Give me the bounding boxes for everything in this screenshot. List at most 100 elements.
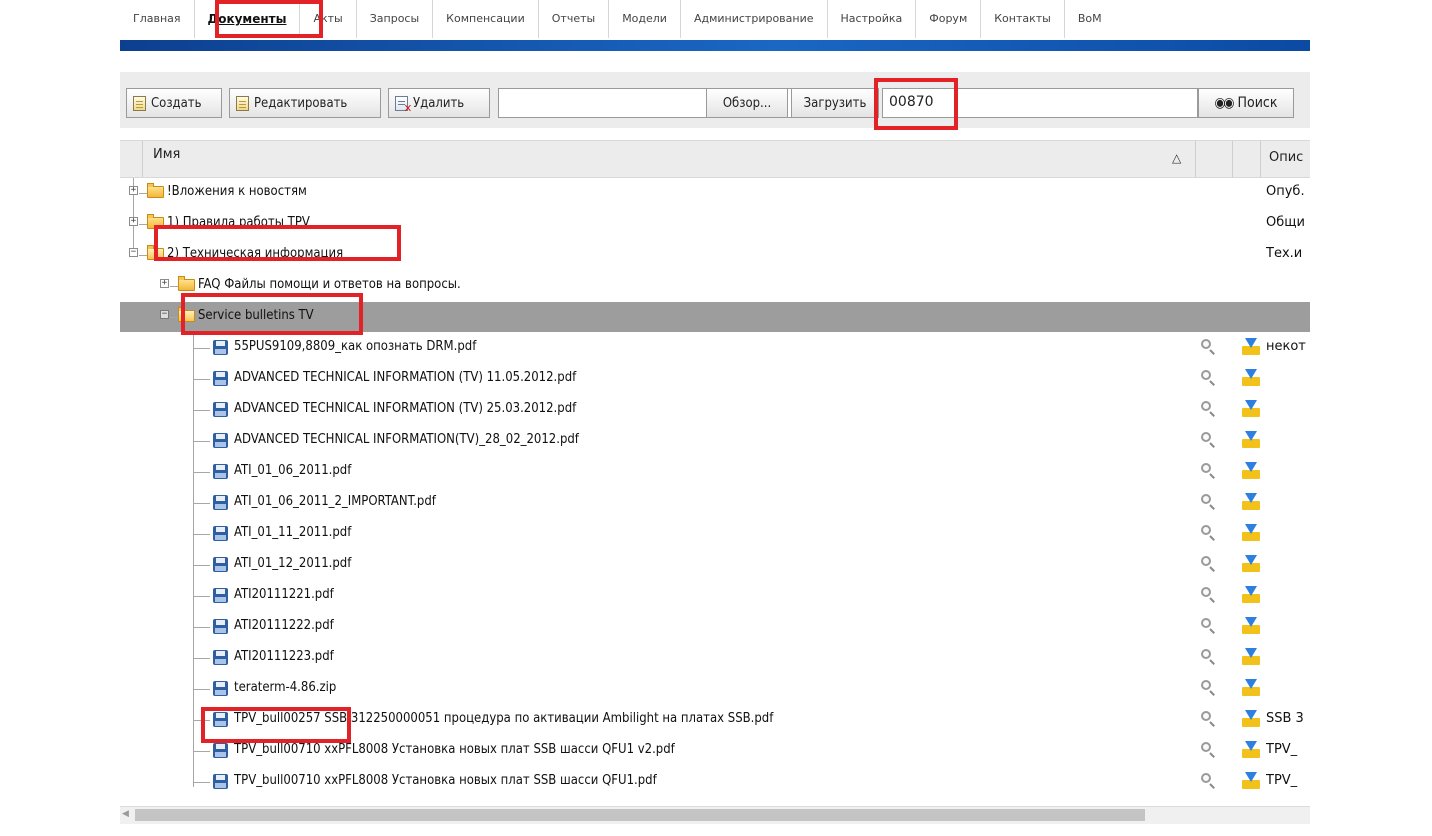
collapse-icon[interactable]: − (160, 310, 169, 319)
expand-icon[interactable]: + (129, 217, 138, 226)
download-icon[interactable] (1242, 400, 1260, 418)
tree-folder-row[interactable]: − 2) Техническая информация Тех.и (120, 240, 1310, 270)
preview-magnifier-icon[interactable] (1201, 525, 1215, 539)
file-label[interactable]: ATI_01_12_2011.pdf (234, 556, 351, 571)
download-icon[interactable] (1242, 772, 1260, 790)
file-label[interactable]: ATI_01_06_2011_2_IMPORTANT.pdf (234, 494, 436, 509)
download-icon[interactable] (1242, 555, 1260, 573)
download-icon[interactable] (1242, 710, 1260, 728)
nav-tab[interactable]: Главная (120, 0, 195, 38)
tree-file-row[interactable]: teraterm-4.86.zip (120, 674, 1310, 704)
preview-magnifier-icon[interactable] (1201, 432, 1215, 446)
edit-button[interactable]: Редактировать (229, 88, 381, 118)
tree-folder-row[interactable]: − Service bulletins TV (120, 302, 1310, 332)
file-label[interactable]: TPV_bull00710 xxPFL8008 Установка новых … (234, 773, 657, 788)
search-button[interactable]: ◉◉ Поиск (1198, 88, 1294, 118)
preview-magnifier-icon[interactable] (1201, 649, 1215, 663)
download-icon[interactable] (1242, 431, 1260, 449)
tree-file-row[interactable]: ATI20111221.pdf (120, 581, 1310, 611)
folder-label[interactable]: !Вложения к новостям (167, 184, 307, 199)
tree-folder-row[interactable]: + FAQ Файлы помощи и ответов на вопросы. (120, 271, 1310, 301)
horizontal-scrollbar[interactable]: ◀ (120, 806, 1310, 824)
preview-magnifier-icon[interactable] (1201, 370, 1215, 384)
file-label[interactable]: ATI20111223.pdf (234, 649, 334, 664)
download-icon[interactable] (1242, 369, 1260, 387)
download-icon[interactable] (1242, 648, 1260, 666)
file-label[interactable]: TPV_bull00710 xxPFL8008 Установка новых … (234, 742, 675, 757)
tree-folder-row[interactable]: +1) Правила работы TPV Общи (120, 209, 1310, 239)
tree-file-row[interactable]: ATI_01_06_2011_2_IMPORTANT.pdf (120, 488, 1310, 518)
nav-tab[interactable]: Форум (916, 0, 982, 38)
description-column-header[interactable]: Опис (1269, 150, 1303, 165)
nav-tab[interactable]: Контакты (981, 0, 1065, 38)
preview-magnifier-icon[interactable] (1201, 680, 1215, 694)
nav-tab[interactable]: Настройка (828, 0, 917, 38)
nav-tab[interactable]: Документы (195, 0, 301, 38)
scrollbar-thumb[interactable] (135, 809, 1145, 821)
tree-file-row[interactable]: ATI20111222.pdf (120, 612, 1310, 642)
tree-file-row[interactable]: ADVANCED TECHNICAL INFORMATION (TV) 11.0… (120, 364, 1310, 394)
file-label[interactable]: ATI_01_06_2011.pdf (234, 463, 351, 478)
name-column-header[interactable]: Имя (153, 147, 180, 162)
file-label[interactable]: ADVANCED TECHNICAL INFORMATION (TV) 25.0… (234, 401, 576, 416)
create-button[interactable]: Создать (126, 88, 222, 118)
preview-magnifier-icon[interactable] (1201, 339, 1215, 353)
tree-file-row[interactable]: 55PUS9109,8809_как опознать DRM.pdf некот (120, 333, 1310, 363)
preview-magnifier-icon[interactable] (1201, 711, 1215, 725)
expand-icon[interactable]: + (160, 279, 169, 288)
preview-magnifier-icon[interactable] (1201, 494, 1215, 508)
download-icon[interactable] (1242, 524, 1260, 542)
nav-tab[interactable]: Акты (300, 0, 357, 38)
file-label[interactable]: ATI20111221.pdf (234, 587, 334, 602)
collapse-icon[interactable]: − (129, 248, 138, 257)
tree-file-row[interactable]: ATI_01_12_2011.pdf (120, 550, 1310, 580)
download-icon[interactable] (1242, 338, 1260, 356)
file-label[interactable]: ADVANCED TECHNICAL INFORMATION (TV) 11.0… (234, 370, 576, 385)
tree-file-row[interactable]: ADVANCED TECHNICAL INFORMATION (TV) 25.0… (120, 395, 1310, 425)
upload-button[interactable]: Загрузить (791, 88, 879, 118)
download-icon[interactable] (1242, 617, 1260, 635)
nav-tab[interactable]: Отчеты (539, 0, 610, 38)
download-icon[interactable] (1242, 741, 1260, 759)
folder-label[interactable]: FAQ Файлы помощи и ответов на вопросы. (198, 277, 461, 292)
file-label[interactable]: TPV_bull00257 SSB 312250000051 процедура… (234, 711, 773, 726)
nav-tab[interactable]: Запросы (357, 0, 434, 38)
preview-magnifier-icon[interactable] (1201, 401, 1215, 415)
preview-magnifier-icon[interactable] (1201, 587, 1215, 601)
preview-magnifier-icon[interactable] (1201, 618, 1215, 632)
file-label[interactable]: ATI_01_11_2011.pdf (234, 525, 351, 540)
tree-file-row[interactable]: ADVANCED TECHNICAL INFORMATION(TV)_28_02… (120, 426, 1310, 456)
nav-tab[interactable]: BoM (1065, 0, 1115, 38)
download-icon[interactable] (1242, 493, 1260, 511)
preview-magnifier-icon[interactable] (1201, 742, 1215, 756)
delete-button[interactable]: ✕ Удалить (388, 88, 490, 118)
download-icon[interactable] (1242, 679, 1260, 697)
tree-file-row[interactable]: TPV_bull00710 xxPFL8008 Установка новых … (120, 767, 1310, 797)
nav-tab[interactable]: Администрирование (681, 0, 828, 38)
scroll-left-icon[interactable]: ◀ (122, 809, 129, 819)
file-label[interactable]: ATI20111222.pdf (234, 618, 334, 633)
preview-magnifier-icon[interactable] (1201, 556, 1215, 570)
sort-ascending-icon[interactable]: △ (1172, 151, 1181, 165)
preview-magnifier-icon[interactable] (1201, 463, 1215, 477)
folder-label[interactable]: 2) Техническая информация (167, 246, 343, 261)
download-icon[interactable] (1242, 586, 1260, 604)
folder-label[interactable]: 1) Правила работы TPV (167, 215, 310, 230)
file-label[interactable]: teraterm-4.86.zip (234, 680, 336, 695)
browse-button[interactable]: Обзор... (706, 88, 788, 118)
file-label[interactable]: ADVANCED TECHNICAL INFORMATION(TV)_28_02… (234, 432, 579, 447)
folder-label[interactable]: Service bulletins TV (198, 308, 314, 323)
tree-folder-row[interactable]: + !Вложения к новостям Опуб. (120, 178, 1310, 208)
tree-file-row[interactable]: ATI20111223.pdf (120, 643, 1310, 673)
expand-icon[interactable]: + (129, 186, 138, 195)
tree-file-row[interactable]: TPV_bull00710 xxPFL8008 Установка новых … (120, 736, 1310, 766)
preview-magnifier-icon[interactable] (1201, 773, 1215, 787)
search-input[interactable]: 00870 (882, 88, 1198, 118)
download-icon[interactable] (1242, 462, 1260, 480)
nav-tab[interactable]: Компенсации (433, 0, 539, 38)
tree-file-row[interactable]: ATI_01_06_2011.pdf (120, 457, 1310, 487)
nav-tab[interactable]: Модели (609, 0, 681, 38)
file-label[interactable]: 55PUS9109,8809_как опознать DRM.pdf (234, 339, 476, 354)
tree-file-row[interactable]: ATI_01_11_2011.pdf (120, 519, 1310, 549)
tree-file-row[interactable]: TPV_bull00257 SSB 312250000051 процедура… (120, 705, 1310, 735)
